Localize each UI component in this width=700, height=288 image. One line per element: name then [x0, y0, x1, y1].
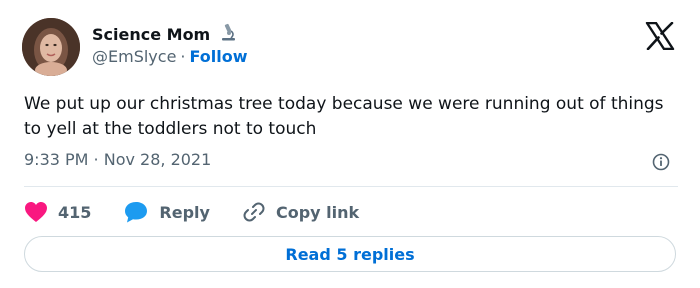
read-replies-label: Read 5 replies: [285, 244, 415, 264]
author-handle[interactable]: @EmSlyce: [92, 47, 176, 66]
link-icon: [242, 200, 266, 224]
action-bar: 415 Reply Copy link: [24, 198, 391, 226]
read-replies-button[interactable]: Read 5 replies: [24, 236, 676, 272]
like-count: 415: [58, 202, 92, 222]
tweet-card: Science Mom @EmSlyce · Follow We put up …: [0, 0, 700, 288]
reply-label: Reply: [159, 202, 210, 222]
x-logo-icon[interactable]: [645, 21, 675, 51]
author-handle-row: @EmSlyce · Follow: [92, 47, 248, 66]
info-icon[interactable]: [652, 153, 670, 171]
copy-link-label: Copy link: [275, 202, 360, 222]
avatar[interactable]: [22, 18, 80, 76]
microscope-icon: [218, 22, 238, 46]
speech-bubble-icon: [123, 200, 149, 224]
follow-link[interactable]: Follow: [190, 47, 248, 66]
tweet-text: We put up our christmas tree today becau…: [24, 94, 664, 139]
heart-icon: [24, 201, 48, 223]
copy-link-button[interactable]: Copy link: [242, 200, 359, 224]
author-name-row: Science Mom: [92, 22, 238, 46]
tweet-timestamp[interactable]: 9:33 PM · Nov 28, 2021: [24, 150, 211, 169]
separator-dot: ·: [180, 47, 186, 66]
like-button[interactable]: 415: [24, 201, 91, 223]
divider: [24, 186, 678, 187]
author-name[interactable]: Science Mom: [92, 25, 210, 44]
reply-button[interactable]: Reply: [123, 200, 210, 224]
